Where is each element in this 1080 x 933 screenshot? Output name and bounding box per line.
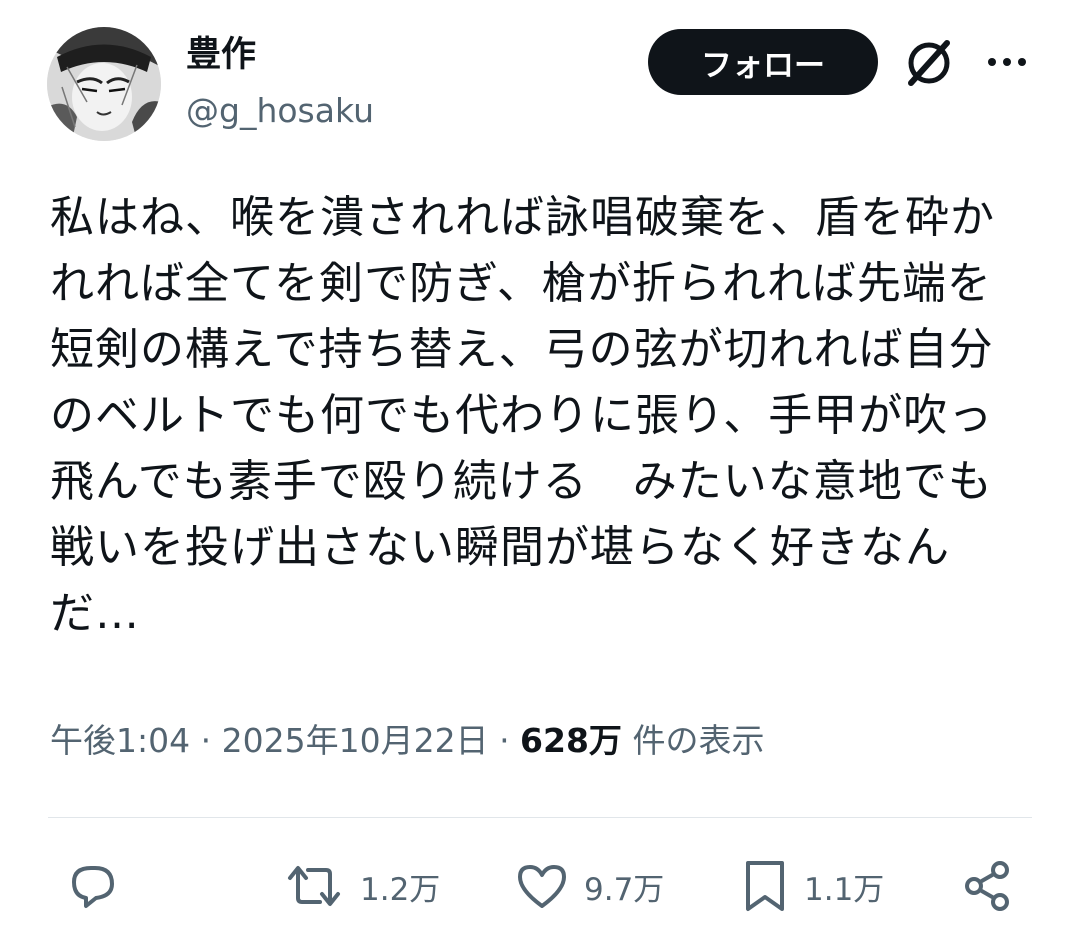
heart-icon xyxy=(518,865,566,908)
reply-icon xyxy=(72,866,114,908)
display-name[interactable]: 豊作 xyxy=(186,33,256,77)
tweet-time[interactable]: 午後1:04 xyxy=(50,721,190,760)
bookmark-count: 1.1万 xyxy=(804,871,885,908)
follow-button[interactable]: フォロー xyxy=(648,29,878,95)
more-icon[interactable] xyxy=(985,47,1029,77)
tweet-date[interactable]: 2025年10月22日 xyxy=(222,721,489,760)
views-label: 件の表示 xyxy=(632,721,765,760)
bookmark-icon xyxy=(746,861,784,911)
retweet-count: 1.2万 xyxy=(360,871,441,908)
tweet-text: 私はね、喉を潰されれば詠唱破棄を、盾を砕かれれば全てを剣で防ぎ、槍が折られれば先… xyxy=(50,192,995,639)
share-icon xyxy=(965,861,1009,911)
meta-separator: · xyxy=(200,721,222,760)
avatar-image xyxy=(47,27,161,141)
avatar[interactable] xyxy=(47,27,161,141)
like-button[interactable]: 9.7万 xyxy=(514,855,664,917)
like-count: 9.7万 xyxy=(584,871,665,908)
reply-button[interactable] xyxy=(62,855,120,917)
divider xyxy=(48,817,1032,818)
meta-separator: · xyxy=(499,721,521,760)
tweet-meta: 午後1:04 · 2025年10月22日 · 628万 件の表示 xyxy=(50,718,764,764)
retweet-icon xyxy=(288,866,340,906)
bookmark-button[interactable]: 1.1万 xyxy=(740,855,884,917)
views-count: 628万 xyxy=(520,721,622,760)
grok-icon[interactable] xyxy=(901,35,957,91)
user-handle[interactable]: @g_hosaku xyxy=(186,90,374,132)
share-button[interactable] xyxy=(960,855,1016,917)
retweet-button[interactable]: 1.2万 xyxy=(282,855,440,917)
